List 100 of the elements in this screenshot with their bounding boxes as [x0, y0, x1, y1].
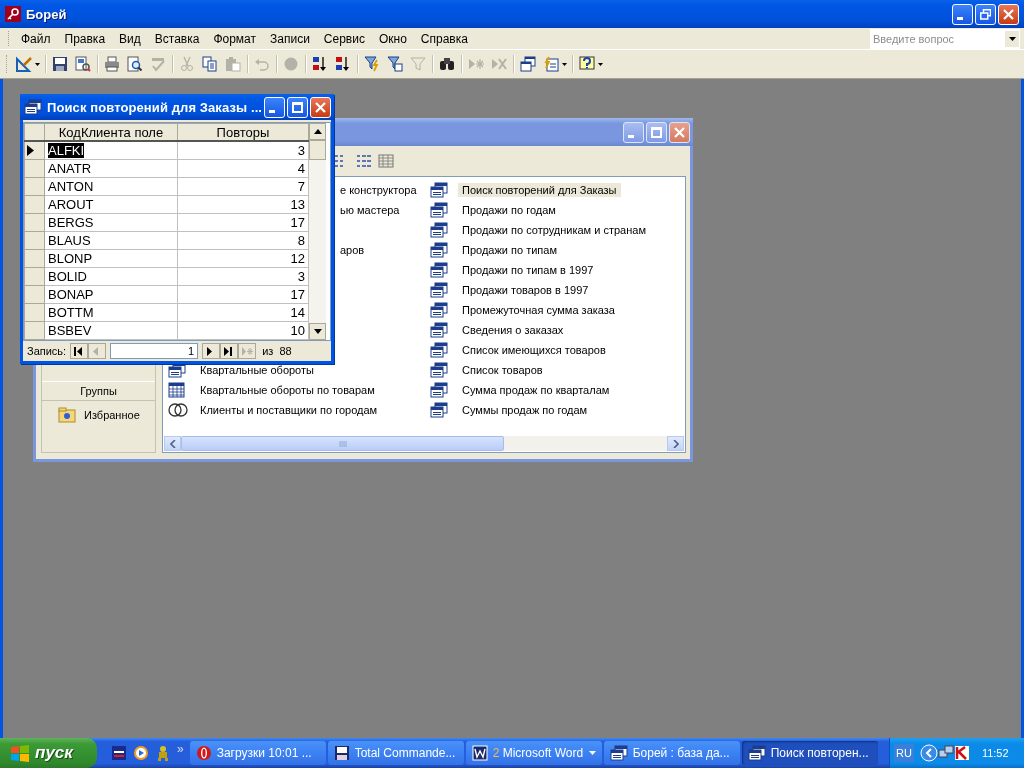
query-item[interactable]: Суммы продаж по годам: [458, 403, 592, 417]
groups-button[interactable]: Группы: [42, 381, 155, 401]
table-cell[interactable]: BOLID: [44, 267, 178, 286]
query-item[interactable]: е конструктора: [336, 183, 421, 197]
table-cell[interactable]: 4: [177, 159, 309, 178]
query-item[interactable]: Квартальные обороты по товарам: [196, 383, 379, 397]
maximize-icon: [292, 101, 303, 113]
query-item[interactable]: Поиск повторений для Заказы: [458, 183, 621, 197]
query-item[interactable]: Продажи товаров в 1997: [458, 283, 593, 297]
table-cell[interactable]: ANATR: [44, 159, 178, 178]
task-button[interactable]: Загрузки 10:01 ...: [189, 741, 326, 765]
ruler-pencil-icon: [16, 56, 32, 72]
restore-button[interactable]: [975, 3, 996, 25]
close-button[interactable]: [669, 121, 690, 143]
query-item[interactable]: Продажи по типам в 1997: [458, 263, 598, 277]
table-cell[interactable]: BLONP: [44, 249, 178, 268]
table-cell[interactable]: BERGS: [44, 213, 178, 232]
query-item[interactable]: аров: [336, 243, 369, 257]
maximize-button[interactable]: [646, 121, 667, 143]
key-icon: [5, 6, 21, 22]
menu-item[interactable]: Формат: [206, 29, 264, 48]
query-item[interactable]: ью мастера: [336, 203, 404, 217]
menu-item[interactable]: Сервис: [316, 29, 372, 48]
column-header[interactable]: Повторы: [177, 123, 309, 142]
query-item[interactable]: Сведения о заказах: [458, 323, 568, 337]
query-icon: [430, 182, 448, 198]
record-number-field[interactable]: 1: [110, 343, 199, 360]
menu-item[interactable]: Вставка: [147, 29, 207, 48]
query-icon: [430, 402, 448, 418]
task-button[interactable]: Борей : база да...: [603, 741, 740, 765]
sort-ascending-icon: [312, 56, 328, 72]
menu-item[interactable]: Записи: [263, 29, 317, 48]
query-icon: [430, 282, 448, 298]
table-cell[interactable]: 17: [177, 213, 309, 232]
clock: 11:52: [981, 747, 1009, 759]
task-button[interactable]: Total Commande...: [327, 741, 464, 765]
table-cell[interactable]: 10: [177, 321, 309, 340]
question-box[interactable]: Введите вопрос: [870, 28, 1020, 49]
next-record-button[interactable]: [202, 343, 221, 360]
query-item[interactable]: Продажи по сотрудникам и странам: [458, 223, 650, 237]
first-record-icon: [73, 346, 85, 356]
menu-item[interactable]: Правка: [57, 29, 113, 48]
task-button[interactable]: Поиск повторен...: [741, 741, 878, 765]
table-cell[interactable]: BSBEV: [44, 321, 178, 340]
table-cell[interactable]: 17: [177, 285, 309, 304]
query-icon: [430, 342, 448, 358]
scroll-thumb[interactable]: [309, 140, 326, 161]
last-record-button[interactable]: [220, 343, 239, 360]
query-item[interactable]: Список имеющихся товаров: [458, 343, 610, 357]
table-cell[interactable]: BLAUS: [44, 231, 178, 250]
table-cell[interactable]: 12: [177, 249, 309, 268]
horizontal-scrollbar[interactable]: [164, 436, 684, 451]
dropdown-arrow-icon: [598, 62, 603, 66]
start-button[interactable]: пуск: [0, 738, 97, 768]
list-view-icon[interactable]: [356, 154, 372, 168]
task-button[interactable]: 2 Microsoft Word: [465, 741, 602, 765]
query-icon: [430, 242, 448, 258]
query-item[interactable]: Сумма продаж по кварталам: [458, 383, 614, 397]
menu-item[interactable]: Файл: [14, 29, 58, 48]
shield-k-icon[interactable]: [953, 745, 970, 761]
table-cell[interactable]: ANTON: [44, 177, 178, 196]
language-indicator[interactable]: RU: [894, 744, 914, 762]
document-icon: [471, 745, 488, 761]
details-view-icon[interactable]: [378, 154, 394, 168]
query-item[interactable]: Квартальные обороты: [196, 363, 318, 377]
database-icon: [609, 745, 628, 761]
chevron-left-icon[interactable]: [919, 744, 938, 762]
table-cell[interactable]: ALFKI: [44, 141, 178, 160]
media-player-icon[interactable]: [133, 745, 149, 761]
query-item[interactable]: Продажи по годам: [458, 203, 560, 217]
table-cell[interactable]: 3: [177, 141, 309, 160]
dropdown-arrow-icon: [588, 751, 596, 755]
query-item[interactable]: Промежуточная сумма заказа: [458, 303, 619, 317]
menu-item[interactable]: Вид: [112, 29, 148, 48]
group-item[interactable]: Избранное: [84, 409, 140, 421]
table-cell[interactable]: 13: [177, 195, 309, 214]
query-item[interactable]: Клиенты и поставщики по городам: [196, 403, 382, 417]
scroll-thumb[interactable]: [181, 436, 504, 451]
query-item[interactable]: Список товаров: [458, 363, 547, 377]
select-all-corner[interactable]: [24, 123, 45, 142]
record-label: Запись:: [27, 345, 67, 358]
table-cell[interactable]: 14: [177, 303, 309, 322]
figure-icon[interactable]: [155, 745, 171, 761]
table-cell[interactable]: 7: [177, 177, 309, 196]
more-button[interactable]: »: [177, 742, 184, 756]
first-record-button[interactable]: [70, 343, 89, 360]
table-cell[interactable]: 3: [177, 267, 309, 286]
minimize-button[interactable]: [623, 121, 644, 143]
table-cell[interactable]: AROUT: [44, 195, 178, 214]
column-header[interactable]: КодКлиента поле: [44, 123, 178, 142]
menu-item[interactable]: Справка: [413, 29, 475, 48]
table-cell[interactable]: 8: [177, 231, 309, 250]
vertical-scrollbar[interactable]: [309, 123, 326, 341]
menu-item[interactable]: Окно: [371, 29, 414, 48]
table-cell[interactable]: BONAP: [44, 285, 178, 304]
table-cell[interactable]: BOTTM: [44, 303, 178, 322]
query-icon: [430, 222, 448, 238]
network-icon[interactable]: [937, 745, 954, 761]
query-item[interactable]: Продажи по типам: [458, 243, 561, 257]
dropdown-arrow-icon[interactable]: [1008, 36, 1016, 41]
